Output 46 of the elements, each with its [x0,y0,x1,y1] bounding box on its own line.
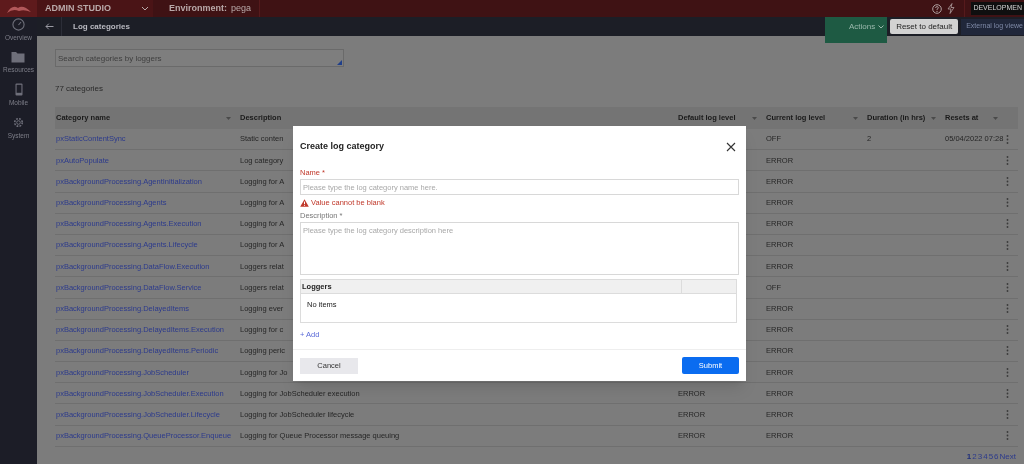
more-options-icon[interactable] [1006,325,1009,335]
app-title: ADMIN STUDIO [45,1,111,15]
close-icon[interactable] [726,142,736,152]
more-options-icon[interactable] [1006,261,1009,271]
more-options-icon[interactable] [1006,346,1009,356]
environment-label: Environment: [169,1,227,15]
sort-caret-icon[interactable] [931,116,936,120]
more-options-icon[interactable] [1006,282,1009,292]
more-options-icon[interactable] [1006,219,1009,229]
warning-icon [300,198,309,207]
more-options-icon[interactable] [1006,155,1009,165]
sort-caret-icon[interactable] [993,116,998,120]
more-options-icon[interactable] [1006,304,1009,314]
more-options-icon[interactable] [1006,410,1009,420]
page-link[interactable]: 4 [983,451,988,463]
more-options-icon[interactable] [1006,240,1009,250]
more-options-icon[interactable] [1006,198,1009,208]
category-count: 77 categories [55,84,105,94]
gear-icon [12,116,25,129]
more-options-icon[interactable] [1006,176,1009,186]
page-link[interactable]: 1 [966,451,972,463]
more-options-icon[interactable] [1006,367,1009,377]
page-title: Log categories [73,20,130,33]
more-options-icon[interactable] [1006,431,1009,441]
sort-caret-icon[interactable] [226,116,231,120]
next-link[interactable]: Next [999,451,1016,463]
page-link[interactable]: 5 [988,451,994,463]
chevron-down-icon [878,25,885,29]
sort-caret-icon[interactable] [752,116,757,120]
sort-caret-icon[interactable] [853,116,858,120]
chevron-down-icon[interactable] [141,6,149,11]
page-link[interactable]: 2 [972,451,977,463]
back-arrow-icon[interactable] [44,23,54,30]
page-link[interactable]: 3 [977,451,983,463]
more-options-icon[interactable] [1006,388,1009,398]
reset-button[interactable]: Reset to default [890,19,959,34]
more-options-icon[interactable] [1006,134,1009,144]
dialog-title: Create log category [300,140,385,154]
page-link[interactable]: 6 [994,451,999,463]
resize-corner-icon [337,60,342,65]
phone-icon [14,83,23,96]
help-icon[interactable] [932,3,943,14]
gauge-icon [12,18,25,31]
lightning-icon[interactable] [947,3,956,14]
folder-icon [11,51,26,63]
environment-value: pega [231,1,252,15]
